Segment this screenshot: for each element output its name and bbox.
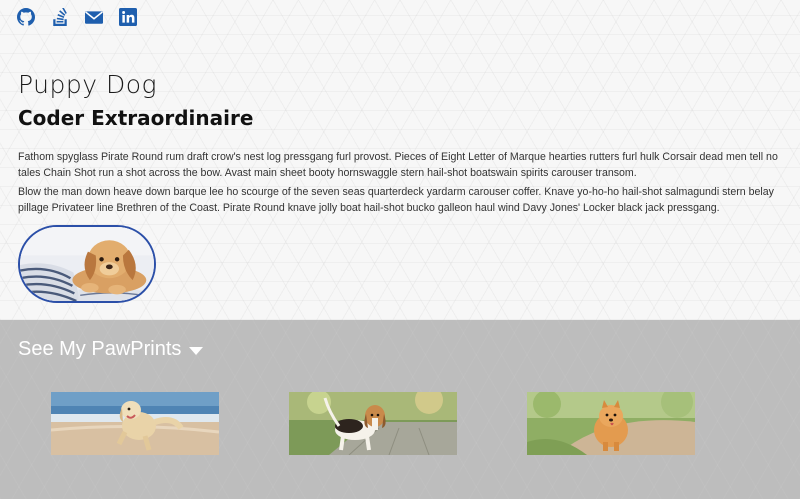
github-link[interactable] <box>17 8 35 26</box>
intro-section: Puppy Dog Coder Extraordinaire Fathom sp… <box>0 0 800 320</box>
social-links <box>17 8 137 26</box>
caret-down-icon <box>189 346 204 355</box>
pawprints-toggle[interactable]: See My PawPrints <box>18 338 204 361</box>
dog-photo <box>289 392 457 455</box>
stack-overflow-link[interactable] <box>51 8 69 26</box>
linkedin-link[interactable] <box>119 8 137 26</box>
portfolio-card[interactable] <box>289 392 457 455</box>
portfolio-section: See My PawPrints <box>0 320 800 499</box>
dog-photo <box>51 392 219 455</box>
envelope-icon <box>85 11 103 24</box>
portfolio-card[interactable] <box>527 392 695 455</box>
dog-photo <box>527 392 695 455</box>
stack-overflow-icon <box>53 8 67 26</box>
linkedin-icon <box>119 8 137 26</box>
page-subtitle: Coder Extraordinaire <box>18 106 254 130</box>
portfolio-card[interactable] <box>51 392 219 455</box>
bio-paragraph: Fathom spyglass Pirate Round rum draft c… <box>18 151 778 179</box>
github-icon <box>17 8 35 26</box>
bio-paragraph: Blow the man down heave down barque lee … <box>18 186 774 214</box>
puppy-photo <box>20 227 154 301</box>
page-title: Puppy Dog <box>18 70 158 99</box>
profile-photo <box>18 225 156 303</box>
pawprints-label: See My PawPrints <box>18 338 182 360</box>
email-link[interactable] <box>85 8 103 26</box>
